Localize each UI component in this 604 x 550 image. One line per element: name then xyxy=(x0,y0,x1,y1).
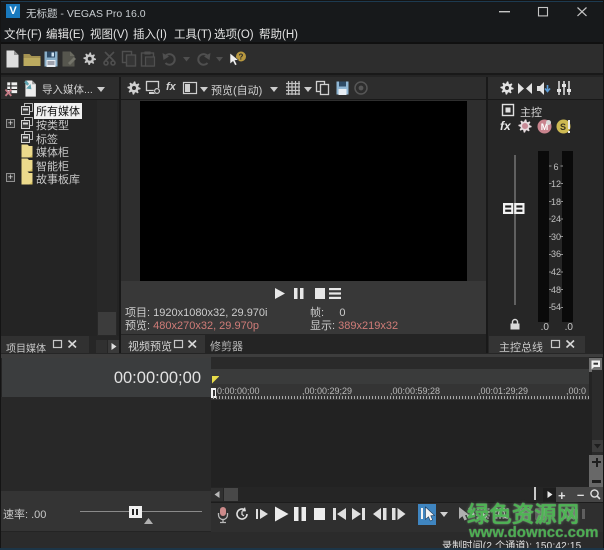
svg-text:?: ? xyxy=(239,53,244,62)
svg-text:S: S xyxy=(560,122,566,132)
